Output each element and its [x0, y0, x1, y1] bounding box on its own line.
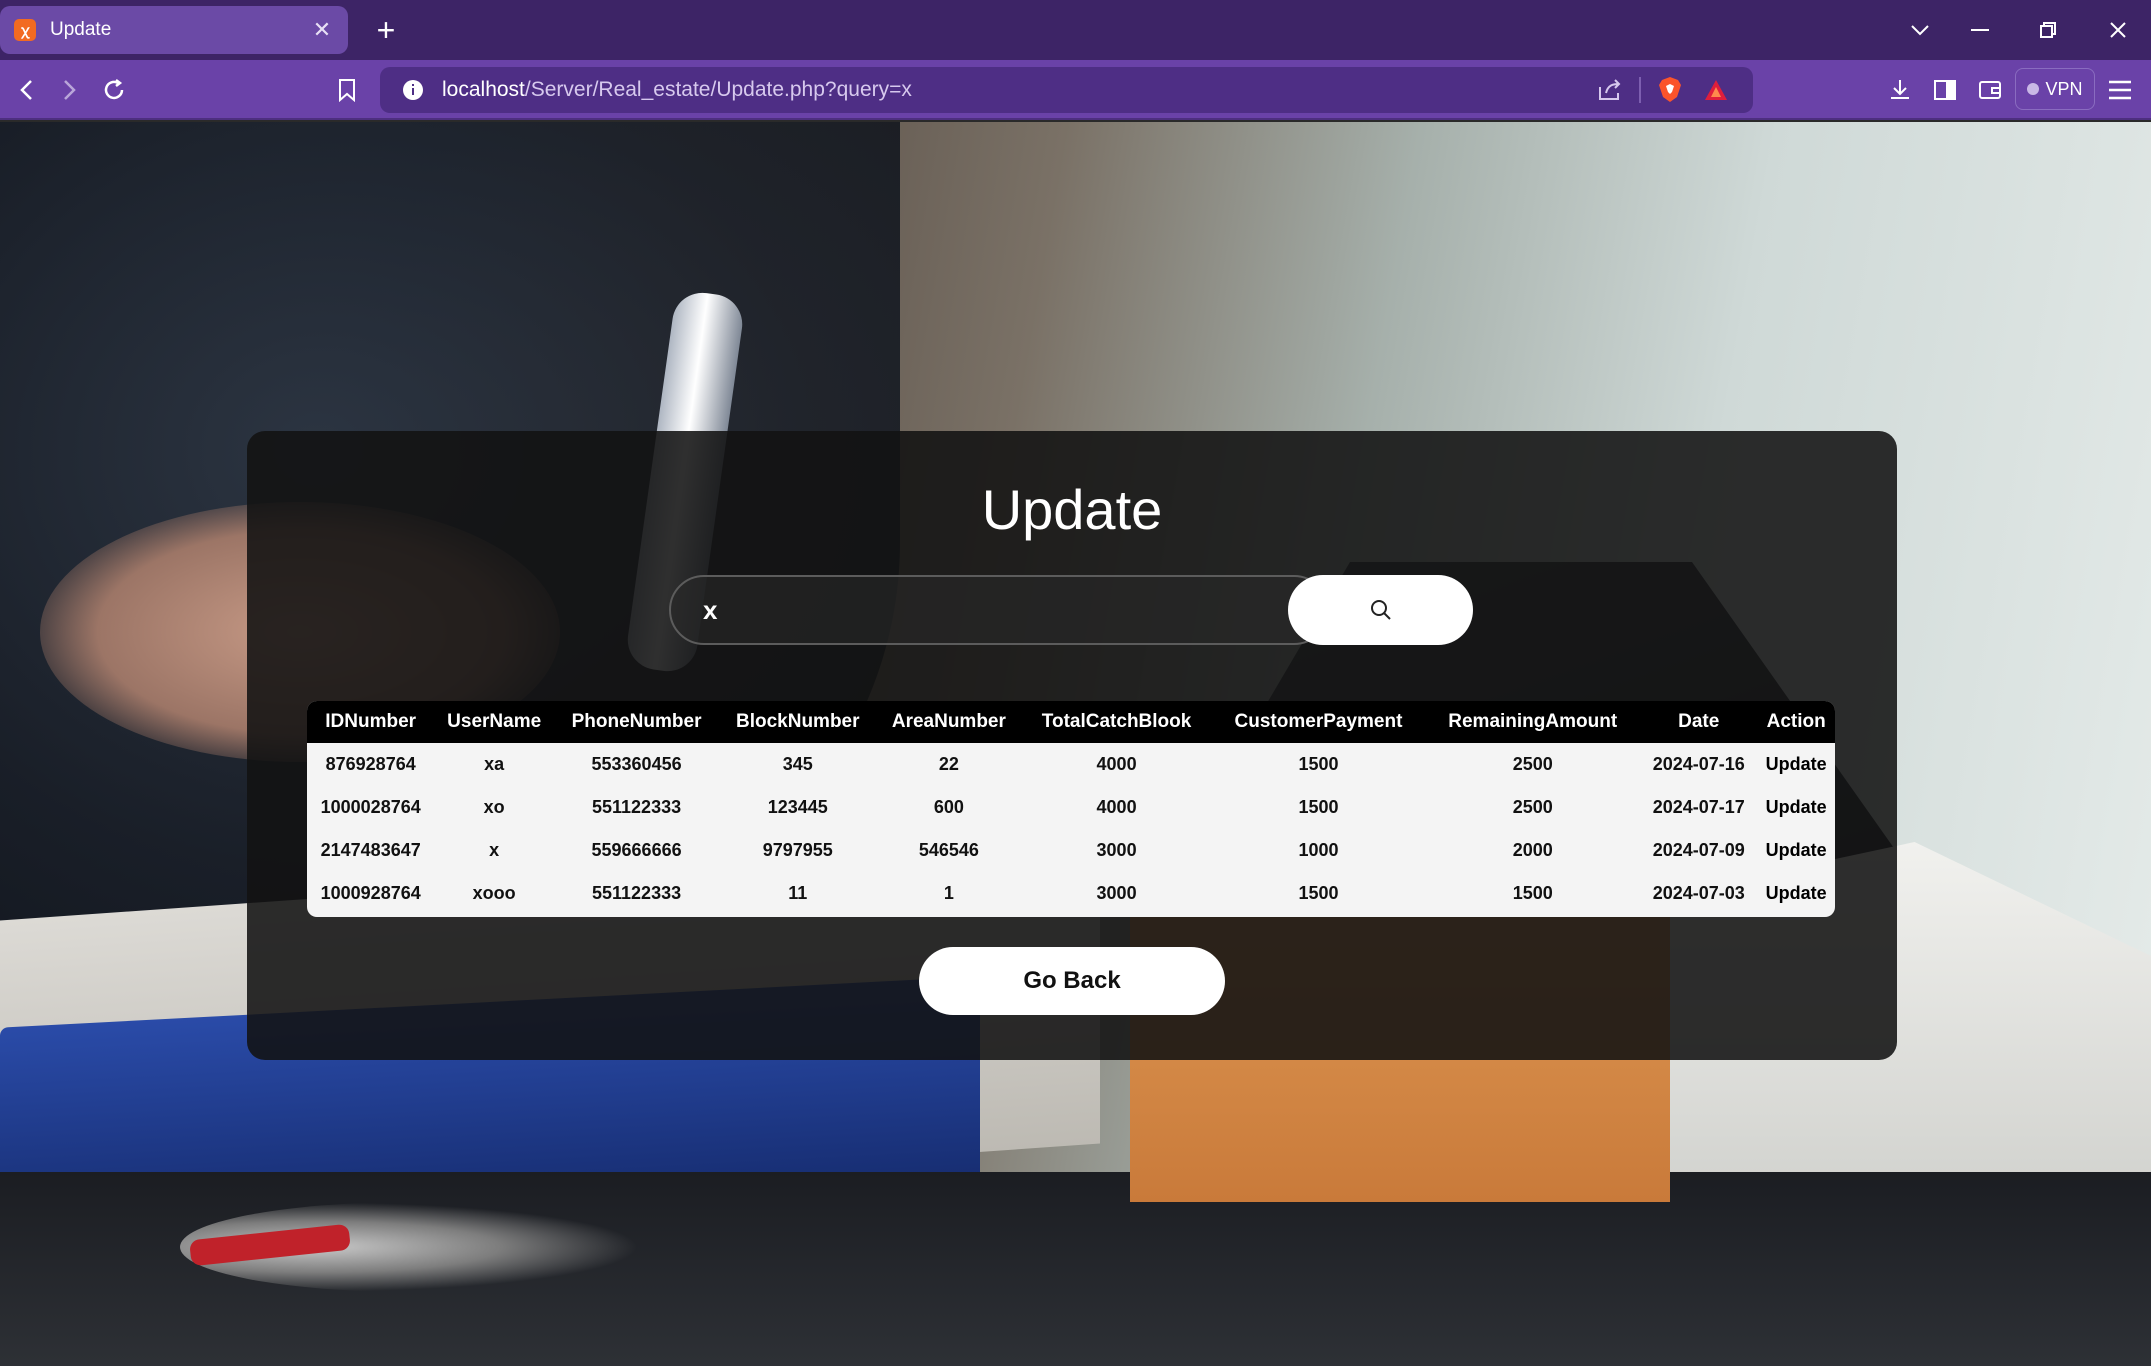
- table-cell: 1000: [1298, 840, 1339, 860]
- close-tab-icon[interactable]: ✕: [310, 17, 334, 43]
- url-text: localhost/Server/Real_estate/Update.php?…: [442, 78, 1587, 102]
- table-cell: 2500: [1512, 754, 1553, 774]
- table-cell: 123445: [767, 797, 828, 817]
- update-link[interactable]: Update: [1757, 829, 1835, 872]
- search-button[interactable]: [1288, 575, 1473, 645]
- forward-arrow-icon[interactable]: [50, 70, 90, 110]
- table-cell: xo: [483, 797, 505, 817]
- table-cell: 2024-07-17: [1652, 797, 1745, 817]
- site-info-icon[interactable]: [390, 79, 436, 101]
- table-cell: 3000: [1096, 883, 1137, 903]
- downloads-icon[interactable]: [1880, 70, 1920, 110]
- search-input[interactable]: [669, 575, 1329, 645]
- go-back-button[interactable]: Go Back: [919, 947, 1225, 1015]
- table-row: 1000928764 xooo 551122333 11 1 3000 1500…: [307, 872, 1835, 915]
- table-cell: 9797955: [762, 840, 833, 860]
- table-row: 876928764 xa 553360456 345 22 4000 1500 …: [307, 743, 1835, 786]
- table-cell: 11: [788, 883, 808, 903]
- table-cell: 546546: [918, 840, 979, 860]
- table-cell: 2147483647: [320, 840, 421, 860]
- table-header-row: IDNumber UserName PhoneNumber BlockNumbe…: [307, 701, 1835, 743]
- update-link[interactable]: Update: [1757, 743, 1835, 786]
- share-icon[interactable]: [1587, 67, 1633, 113]
- brave-shields-icon[interactable]: [1647, 67, 1693, 113]
- column-header: RemainingAmount: [1448, 711, 1618, 732]
- xampp-favicon-icon: ꭓ: [14, 19, 36, 41]
- vpn-label: VPN: [2045, 78, 2083, 99]
- address-divider: [1639, 77, 1641, 103]
- table-cell: 1500: [1298, 797, 1339, 817]
- tab-search-chevron-icon[interactable]: [1900, 10, 1940, 50]
- table-cell: xooo: [472, 883, 516, 903]
- table-cell: 2024-07-03: [1652, 883, 1745, 903]
- new-tab-icon[interactable]: +: [368, 12, 404, 48]
- table-cell: 1500: [1512, 883, 1553, 903]
- table-cell: 1500: [1298, 754, 1339, 774]
- reload-icon[interactable]: [94, 70, 134, 110]
- table-cell: xa: [484, 754, 505, 774]
- table-cell: 4000: [1096, 797, 1137, 817]
- wallet-icon[interactable]: [1970, 70, 2010, 110]
- update-link[interactable]: Update: [1757, 786, 1835, 829]
- table-cell: 551122333: [592, 883, 682, 903]
- tab-title: Update: [50, 19, 112, 40]
- sidebar-icon[interactable]: [1925, 70, 1965, 110]
- vpn-button[interactable]: VPN: [2015, 68, 2095, 110]
- results-table: IDNumber UserName PhoneNumber BlockNumbe…: [307, 701, 1835, 915]
- update-panel: Update IDNumber UserName PhoneNumber Blo…: [247, 431, 1897, 1060]
- table-row: 2147483647 x 559666666 9797955 546546 30…: [307, 829, 1835, 872]
- table-cell: 345: [782, 754, 813, 774]
- column-header: UserName: [447, 711, 542, 732]
- table-cell: 2000: [1512, 840, 1553, 860]
- table-cell: 876928764: [325, 754, 416, 774]
- column-header: CustomerPayment: [1234, 711, 1403, 732]
- update-link[interactable]: Update: [1757, 872, 1835, 915]
- search-icon: [1370, 600, 1391, 620]
- column-header: AreaNumber: [891, 711, 1006, 732]
- table-cell: 1000028764: [320, 797, 421, 817]
- url-path: /Server/Real_estate/Update.php?query=x: [524, 78, 912, 101]
- results-table-container: IDNumber UserName PhoneNumber BlockNumbe…: [307, 701, 1835, 917]
- column-header: PhoneNumber: [571, 711, 702, 732]
- page-title: Update: [981, 478, 1163, 541]
- close-window-icon[interactable]: [2098, 10, 2138, 50]
- browser-nav-bar: localhost/Server/Real_estate/Update.php?…: [0, 60, 2151, 120]
- table-cell: 1500: [1298, 883, 1339, 903]
- back-arrow-icon[interactable]: [6, 70, 46, 110]
- bookmark-icon[interactable]: [327, 70, 367, 110]
- column-header: TotalCatchBlook: [1041, 711, 1192, 732]
- browser-tab-bar: ꭓ Update ✕ +: [0, 0, 2151, 60]
- table-cell: 2500: [1512, 797, 1553, 817]
- restore-icon[interactable]: [2028, 10, 2068, 50]
- url-host: localhost: [442, 78, 525, 101]
- table-cell: 559666666: [591, 840, 682, 860]
- column-header: BlockNumber: [735, 711, 860, 732]
- table-cell: 2024-07-09: [1652, 840, 1745, 860]
- browser-tab[interactable]: ꭓ Update ✕: [0, 6, 348, 54]
- table-cell: 4000: [1096, 754, 1137, 774]
- vpn-status-icon: [2027, 83, 2040, 95]
- table-row: 1000028764 xo 551122333 123445 600 4000 …: [307, 786, 1835, 829]
- table-cell: 2024-07-16: [1652, 754, 1745, 774]
- menu-hamburger-icon[interactable]: [2100, 70, 2140, 110]
- table-cell: 551122333: [592, 797, 682, 817]
- table-cell: x: [489, 840, 500, 860]
- search-form: [669, 575, 1473, 645]
- column-header: Action: [1766, 711, 1826, 732]
- table-cell: 1000928764: [320, 883, 421, 903]
- table-cell: 600: [933, 797, 964, 817]
- column-header: Date: [1678, 711, 1720, 732]
- address-bar[interactable]: localhost/Server/Real_estate/Update.php?…: [380, 67, 1753, 113]
- minimize-icon[interactable]: [1960, 10, 2000, 50]
- column-header: IDNumber: [325, 711, 417, 732]
- table-cell: 22: [938, 754, 959, 774]
- table-cell: 3000: [1096, 840, 1137, 860]
- table-cell: 1: [943, 883, 954, 903]
- table-cell: 553360456: [591, 754, 682, 774]
- brave-rewards-icon[interactable]: [1693, 67, 1739, 113]
